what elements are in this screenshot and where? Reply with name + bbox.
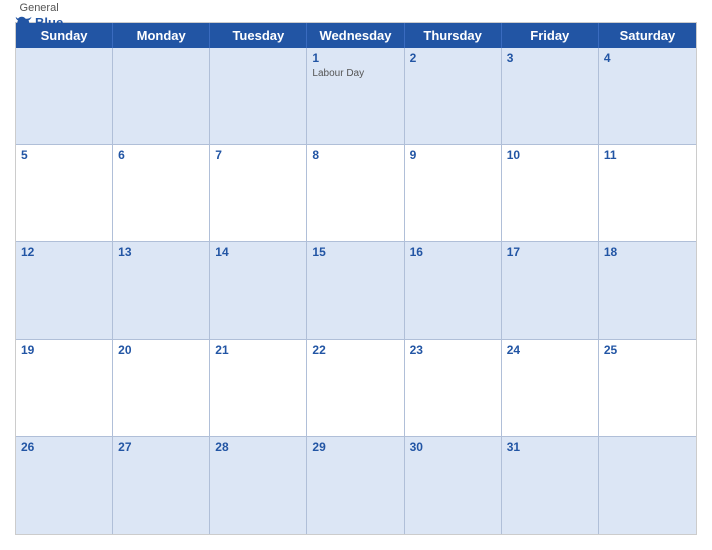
holiday-label: Labour Day bbox=[312, 68, 398, 79]
day-cell: 19 bbox=[16, 340, 113, 437]
day-header-tuesday: Tuesday bbox=[210, 23, 307, 48]
day-number: 12 bbox=[21, 245, 107, 261]
day-cell: 13 bbox=[113, 242, 210, 339]
day-number: 30 bbox=[410, 440, 496, 456]
day-cell: 20 bbox=[113, 340, 210, 437]
week-row-2: 56789 10 11 bbox=[16, 145, 696, 242]
day-cell: 3 bbox=[502, 48, 599, 145]
day-cell bbox=[16, 48, 113, 145]
day-number: 14 bbox=[215, 245, 301, 261]
logo-general-text: General bbox=[20, 2, 59, 14]
day-number: 5 bbox=[21, 148, 107, 164]
day-number: 10 bbox=[507, 148, 593, 164]
day-number: 15 bbox=[312, 245, 398, 261]
day-cell bbox=[210, 48, 307, 145]
day-cell: 27 bbox=[113, 437, 210, 534]
day-cell: 8 bbox=[307, 145, 404, 242]
logo-blue-text: Blue bbox=[15, 15, 63, 30]
day-number: 24 bbox=[507, 343, 593, 359]
day-number: 16 bbox=[410, 245, 496, 261]
day-number: 13 bbox=[118, 245, 204, 261]
day-cell: 22 bbox=[307, 340, 404, 437]
day-cell: 17 bbox=[502, 242, 599, 339]
day-header-saturday: Saturday bbox=[599, 23, 696, 48]
day-cell: 4 bbox=[599, 48, 696, 145]
day-number: 8 bbox=[312, 148, 398, 164]
day-header-monday: Monday bbox=[113, 23, 210, 48]
day-cell: 15 bbox=[307, 242, 404, 339]
day-number: 11 bbox=[604, 148, 691, 164]
day-number: 17 bbox=[507, 245, 593, 261]
day-cell: 28 bbox=[210, 437, 307, 534]
week-row-1: 1Labour Day 234 bbox=[16, 48, 696, 145]
day-number: 23 bbox=[410, 343, 496, 359]
logo-bird-icon bbox=[15, 15, 33, 29]
day-number: 29 bbox=[312, 440, 398, 456]
day-cell bbox=[599, 437, 696, 534]
day-cell: 7 bbox=[210, 145, 307, 242]
day-cell: 14 bbox=[210, 242, 307, 339]
day-header-thursday: Thursday bbox=[405, 23, 502, 48]
day-cell: 6 bbox=[113, 145, 210, 242]
day-cell: 2 bbox=[405, 48, 502, 145]
day-cell: 31 bbox=[502, 437, 599, 534]
day-cell bbox=[113, 48, 210, 145]
day-cell: 1Labour Day bbox=[307, 48, 404, 145]
day-cell: 11 bbox=[599, 145, 696, 242]
calendar-weeks: 1Labour Day23456789101112131415161718192… bbox=[16, 48, 696, 534]
day-number: 26 bbox=[21, 440, 107, 456]
day-cell: 18 bbox=[599, 242, 696, 339]
day-number: 6 bbox=[118, 148, 204, 164]
day-cell: 30 bbox=[405, 437, 502, 534]
day-number: 7 bbox=[215, 148, 301, 164]
day-number: 1 bbox=[312, 51, 398, 67]
day-number: 20 bbox=[118, 343, 204, 359]
day-number: 19 bbox=[21, 343, 107, 359]
day-cell: 21 bbox=[210, 340, 307, 437]
day-headers-row: SundayMondayTuesdayWednesdayThursdayFrid… bbox=[16, 23, 696, 48]
day-number: 31 bbox=[507, 440, 593, 456]
day-cell: 10 bbox=[502, 145, 599, 242]
day-number: 9 bbox=[410, 148, 496, 164]
day-number: 22 bbox=[312, 343, 398, 359]
day-number: 27 bbox=[118, 440, 204, 456]
calendar-grid: SundayMondayTuesdayWednesdayThursdayFrid… bbox=[15, 22, 697, 535]
day-cell: 26 bbox=[16, 437, 113, 534]
day-cell: 16 bbox=[405, 242, 502, 339]
day-number: 4 bbox=[604, 51, 691, 67]
day-cell: 9 bbox=[405, 145, 502, 242]
day-number: 25 bbox=[604, 343, 691, 359]
day-number: 3 bbox=[507, 51, 593, 67]
week-row-3: 12 13 14 15 16 17 18 bbox=[16, 242, 696, 339]
logo: General Blue bbox=[15, 2, 63, 29]
day-cell: 29 bbox=[307, 437, 404, 534]
day-header-friday: Friday bbox=[502, 23, 599, 48]
week-row-4: 19 20 21 22 23 24 25 bbox=[16, 340, 696, 437]
day-cell: 23 bbox=[405, 340, 502, 437]
day-number: 18 bbox=[604, 245, 691, 261]
week-row-5: 26 27 28 29 30 31 bbox=[16, 437, 696, 534]
day-header-wednesday: Wednesday bbox=[307, 23, 404, 48]
day-cell: 12 bbox=[16, 242, 113, 339]
day-cell: 25 bbox=[599, 340, 696, 437]
day-cell: 5 bbox=[16, 145, 113, 242]
calendar-header: General Blue bbox=[15, 10, 697, 18]
day-number: 28 bbox=[215, 440, 301, 456]
day-number: 2 bbox=[410, 51, 496, 67]
day-cell: 24 bbox=[502, 340, 599, 437]
day-number: 21 bbox=[215, 343, 301, 359]
